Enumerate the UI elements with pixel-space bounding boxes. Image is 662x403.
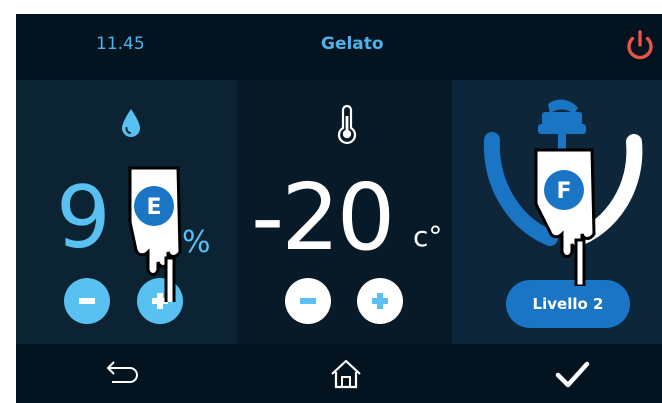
- pointing-hand-icon: F: [534, 148, 596, 286]
- temperature-minus-button[interactable]: [285, 278, 331, 324]
- clock-time: 11.45: [96, 34, 145, 54]
- thermometer-icon: [337, 104, 357, 144]
- humidity-minus-button[interactable]: [64, 278, 110, 324]
- back-arrow-icon: [106, 361, 138, 383]
- temperature-plus-button[interactable]: [357, 278, 403, 324]
- callout-e-label: E: [146, 195, 161, 220]
- plus-icon: [357, 278, 403, 324]
- callout-hand-e: E: [116, 162, 194, 302]
- back-button[interactable]: [100, 354, 140, 394]
- top-bar: 11.45 Gelato: [16, 14, 662, 80]
- bottom-bar: [16, 344, 662, 403]
- program-title: Gelato: [321, 34, 384, 54]
- level-button[interactable]: Livello 2: [506, 280, 630, 328]
- temperature-value: -20: [251, 164, 395, 271]
- power-icon: [627, 30, 653, 60]
- temperature-panel: -20 c°: [237, 80, 452, 344]
- callout-f-label: F: [556, 179, 571, 204]
- humidity-value: 9: [56, 168, 111, 268]
- checkmark-icon: [555, 361, 590, 388]
- home-button[interactable]: [326, 354, 366, 394]
- minus-icon: [64, 278, 110, 324]
- minus-icon: [285, 278, 331, 324]
- water-drop-icon: [122, 109, 140, 137]
- pointing-hand-icon: E: [128, 166, 182, 302]
- temperature-unit: c°: [413, 220, 443, 253]
- device-screen: 11.45 Gelato 9 % -20 c° Livello 2 E F: [16, 14, 662, 403]
- confirm-button[interactable]: [552, 354, 592, 394]
- power-button[interactable]: [622, 28, 658, 64]
- home-icon: [331, 359, 361, 389]
- callout-hand-f: F: [524, 146, 604, 286]
